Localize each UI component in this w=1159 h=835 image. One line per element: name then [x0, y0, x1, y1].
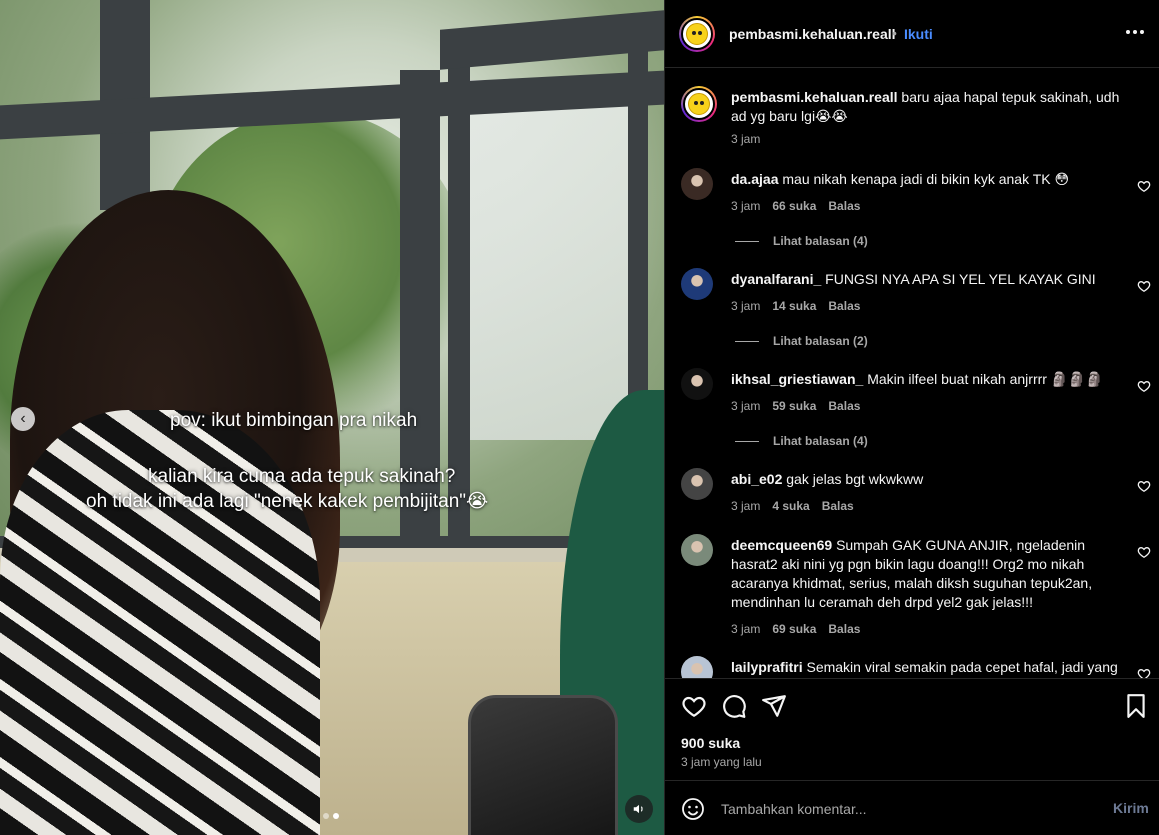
- reply-line: [735, 440, 759, 442]
- share-icon[interactable]: [761, 693, 787, 719]
- caption-avatar[interactable]: [681, 86, 717, 122]
- heart-icon[interactable]: [681, 693, 707, 719]
- dot-icon: [1133, 30, 1137, 34]
- caption-username[interactable]: pembasmi.kehaluan.reall: [731, 89, 898, 105]
- commenter-avatar[interactable]: [681, 268, 713, 300]
- comment-meta: 3 jam 59 suka Balas: [731, 399, 860, 413]
- carousel-dot-active: [333, 813, 339, 819]
- author-username[interactable]: pembasmi.kehaluan.reall: [729, 26, 896, 42]
- reply-line: [735, 240, 759, 242]
- comment-meta: 3 jam 69 suka Balas: [731, 622, 860, 636]
- comment-item: deemcqueen69 Sumpah GAK GUNA ANJIR, ngel…: [681, 534, 1151, 636]
- comment-like-count[interactable]: 66 suka: [772, 199, 816, 213]
- like-count[interactable]: 900 suka: [681, 735, 740, 751]
- emoji-avatar-icon: [688, 93, 710, 115]
- comment-text: mau nikah kenapa jadi di bikin kyk anak …: [782, 171, 1070, 187]
- comment-text: FUNGSI NYA APA SI YEL YEL KAYAK GINI: [825, 271, 1096, 287]
- reply-button[interactable]: Balas: [828, 399, 860, 413]
- commenter-avatar[interactable]: [681, 368, 713, 400]
- comment-time: 3 jam: [731, 622, 761, 636]
- comment-like-count[interactable]: 4 suka: [772, 499, 809, 513]
- comment-like-heart-icon[interactable]: [1137, 279, 1151, 293]
- reply-button[interactable]: Balas: [828, 199, 860, 213]
- commenter-username[interactable]: dyanalfarani_: [731, 271, 821, 287]
- previous-slide-button[interactable]: ‹: [11, 407, 35, 431]
- separator-dot: •: [892, 25, 897, 41]
- carousel-dot: [323, 813, 329, 819]
- save-bookmark-icon[interactable]: [1123, 693, 1149, 719]
- post-timestamp: 3 jam yang lalu: [681, 755, 762, 769]
- view-replies-label: Lihat balasan (4): [773, 234, 868, 248]
- comment-item: ikhsal_griestiawan_ Makin ilfeel buat ni…: [681, 368, 1151, 458]
- emoji-avatar-icon: [686, 23, 708, 45]
- comment-like-count[interactable]: 14 suka: [772, 299, 816, 313]
- comment-icon[interactable]: [721, 693, 747, 719]
- video-caption-line: kalian kira cuma ada tepuk sakinah?: [148, 466, 456, 487]
- comment-text: Makin ilfeel buat nikah anjrrrr 🗿🗿🗿: [867, 371, 1104, 387]
- author-avatar[interactable]: [679, 16, 715, 52]
- comment-time: 3 jam: [731, 299, 761, 313]
- comment-like-heart-icon[interactable]: [1137, 479, 1151, 493]
- audio-toggle-button[interactable]: [625, 795, 653, 823]
- add-comment-bar: Kirim: [665, 780, 1159, 835]
- commenter-username[interactable]: ikhsal_griestiawan_: [731, 371, 863, 387]
- commenter-avatar[interactable]: [681, 168, 713, 200]
- comment-item: dyanalfarani_ FUNGSI NYA APA SI YEL YEL …: [681, 268, 1151, 358]
- view-replies-button[interactable]: Lihat balasan (4): [735, 234, 868, 248]
- view-replies-label: Lihat balasan (2): [773, 334, 868, 348]
- comment-like-count[interactable]: 69 suka: [772, 622, 816, 636]
- comment-time: 3 jam: [731, 499, 761, 513]
- commenter-avatar[interactable]: [681, 656, 713, 678]
- post-media[interactable]: pov: ikut bimbingan pra nikah kalian kir…: [0, 0, 664, 835]
- comment-like-heart-icon[interactable]: [1137, 179, 1151, 193]
- comment-meta: 3 jam 66 suka Balas: [731, 199, 860, 213]
- reply-button[interactable]: Balas: [828, 299, 860, 313]
- dot-icon: [1126, 30, 1130, 34]
- reply-button[interactable]: Balas: [822, 499, 854, 513]
- view-replies-button[interactable]: Lihat balasan (2): [735, 334, 868, 348]
- dot-icon: [1140, 30, 1144, 34]
- post-header: pembasmi.kehaluan.reall • Ikuti: [665, 0, 1159, 68]
- post-panel: pembasmi.kehaluan.reall • Ikuti pembasmi…: [664, 0, 1159, 835]
- reply-button[interactable]: Balas: [828, 622, 860, 636]
- comment-item: lailyprafitri Semakin viral semakin pada…: [681, 656, 1151, 678]
- comment-meta: 3 jam 14 suka Balas: [731, 299, 860, 313]
- commenter-username[interactable]: deemcqueen69: [731, 537, 832, 553]
- comment-input[interactable]: [721, 798, 1081, 820]
- post-actions: 900 suka 3 jam yang lalu: [665, 678, 1159, 788]
- comment-like-count[interactable]: 59 suka: [772, 399, 816, 413]
- comment-time: 3 jam: [731, 199, 761, 213]
- commenter-username[interactable]: da.ajaa: [731, 171, 778, 187]
- video-caption-line: pov: ikut bimbingan pra nikah: [170, 410, 418, 431]
- commenter-avatar[interactable]: [681, 468, 713, 500]
- view-replies-label: Lihat balasan (4): [773, 434, 868, 448]
- comment-text: Semakin viral semakin pada cepet hafal, …: [806, 659, 1118, 675]
- view-replies-button[interactable]: Lihat balasan (4): [735, 434, 868, 448]
- comment-time: 3 jam: [731, 399, 761, 413]
- comment-meta: 3 jam 4 suka Balas: [731, 499, 854, 513]
- comment-like-heart-icon[interactable]: [1137, 667, 1151, 678]
- carousel-dots: [323, 813, 339, 819]
- commenter-username[interactable]: lailyprafitri: [731, 659, 803, 675]
- caption-time: 3 jam: [731, 132, 761, 146]
- commenter-username[interactable]: abi_e02: [731, 471, 782, 487]
- post-comment-button[interactable]: Kirim: [1113, 800, 1149, 816]
- more-options-button[interactable]: [1123, 20, 1147, 44]
- comment-text: gak jelas bgt wkwkww: [786, 471, 924, 487]
- post-caption: pembasmi.kehaluan.reall baru ajaa hapal …: [681, 86, 1151, 146]
- video-caption-line: oh tidak ini ada lagi "nenek kakek pembi…: [86, 491, 489, 512]
- speaker-icon: [633, 804, 643, 814]
- comment-like-heart-icon[interactable]: [1137, 545, 1151, 559]
- emoji-smile-icon[interactable]: [681, 797, 705, 821]
- comment-item: da.ajaa mau nikah kenapa jadi di bikin k…: [681, 168, 1151, 258]
- reply-line: [735, 340, 759, 342]
- follow-button[interactable]: Ikuti: [904, 26, 933, 42]
- commenter-avatar[interactable]: [681, 534, 713, 566]
- comment-like-heart-icon[interactable]: [1137, 379, 1151, 393]
- comments-list[interactable]: pembasmi.kehaluan.reall baru ajaa hapal …: [665, 68, 1159, 678]
